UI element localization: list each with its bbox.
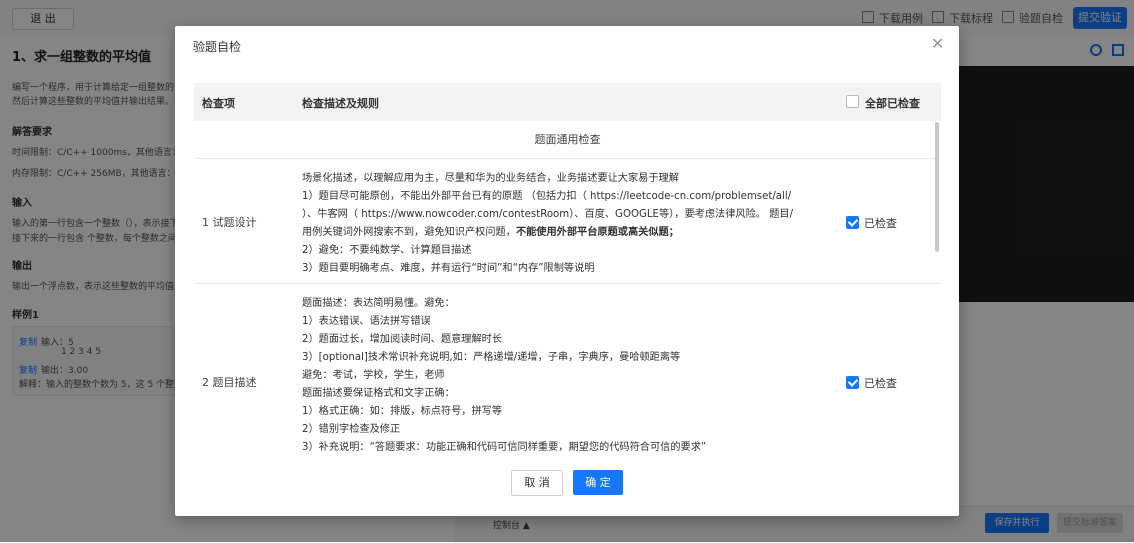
desc-line: 2）错别字检查及修正 xyxy=(302,424,401,435)
row-status: 已检查 xyxy=(864,377,897,390)
row-checkbox[interactable] xyxy=(846,376,859,389)
cancel-button[interactable]: 取 消 xyxy=(511,470,563,496)
scrollbar[interactable] xyxy=(935,122,939,252)
desc-line: 避免：考试，学校，学生，老师 xyxy=(302,370,445,381)
desc-line: ）、牛客网（ https://www.nowcoder.com/contestR… xyxy=(302,209,793,220)
row-description: 题面描述：表达简明易懂。避免： 1）表达错误、语法拼写错误 2）题面过长，增加阅… xyxy=(302,295,706,457)
table-row: 1 试题设计 场景化描述，以理解应用为主，尽量和华为的业务结合，业务描述要让大家… xyxy=(194,158,941,284)
row-status: 已检查 xyxy=(864,217,897,230)
self-check-dialog: 验题自检 ✕ 检查项 检查描述及规则 全部已检查 题面通用检查 1 试题设计 场… xyxy=(175,26,959,516)
close-icon[interactable]: ✕ xyxy=(931,34,944,53)
desc-line: 2）题面过长，增加阅读时间、题意理解时长 xyxy=(302,334,503,345)
table-row: 2 题目描述 题面描述：表达简明易懂。避免： 1）表达错误、语法拼写错误 2）题… xyxy=(194,284,941,471)
table-header: 检查项 检查描述及规则 全部已检查 xyxy=(194,83,941,121)
desc-line: 1）格式正确：如：排版，标点符号，拼写等 xyxy=(302,406,503,417)
desc-line: 3）[optional]技术常识补充说明,如：严格递增/递增，子串，字典序，曼哈… xyxy=(302,352,681,363)
check-all-label: 全部已检查 xyxy=(865,97,920,110)
table-body[interactable]: 题面通用检查 1 试题设计 场景化描述，以理解应用为主，尽量和华为的业务结合，业… xyxy=(194,121,941,471)
desc-line: 题面描述要保证格式和文字正确： xyxy=(302,388,455,399)
desc-line: 场景化描述，以理解应用为主，尽量和华为的业务结合，业务描述要让大家易于理解 xyxy=(302,173,679,184)
col-header-desc: 检查描述及规则 xyxy=(302,97,379,110)
desc-line: 题面描述：表达简明易懂。避免： xyxy=(302,298,455,309)
desc-line: 3）题目要明确考点、难度，并有运行“时间”和“内存”限制等说明 xyxy=(302,263,595,274)
row-description: 场景化描述，以理解应用为主，尽量和华为的业务结合，业务描述要让大家易于理解 1）… xyxy=(302,170,793,278)
desc-emphasis: 不能使用外部平台原题或高关似题； xyxy=(515,227,679,238)
row-item-label: 1 试题设计 xyxy=(202,216,257,229)
desc-line: 3）补充说明：“答题要求：功能正确和代码可信同样重要，期望您的代码符合可信的要求… xyxy=(302,442,707,453)
desc-line: 1）表达错误、语法拼写错误 xyxy=(302,316,431,327)
dialog-title: 验题自检 xyxy=(193,40,242,54)
row-item-label: 2 题目描述 xyxy=(202,376,257,389)
desc-line: 用例关键词外网搜索不到，避免知识产权问题，不能使用外部平台原题或高关似题； xyxy=(302,227,679,238)
check-all-checkbox[interactable] xyxy=(846,95,859,108)
section-header: 题面通用检查 xyxy=(194,121,941,159)
desc-line: 1）题目尽可能原创，不能出外部平台已有的原题 （包括力扣（ https://le… xyxy=(302,191,792,202)
desc-line: 2）避免：不要纯数学、计算题目描述 xyxy=(302,245,472,256)
col-header-item: 检查项 xyxy=(202,97,235,110)
ok-button[interactable]: 确 定 xyxy=(573,470,623,495)
row-checkbox[interactable] xyxy=(846,216,859,229)
